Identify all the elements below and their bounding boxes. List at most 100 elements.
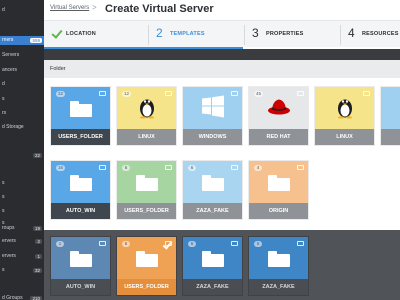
folder-icon bbox=[201, 251, 224, 267]
template-tile[interactable]: 16 AUTO_WIN bbox=[50, 160, 111, 220]
wizard-step-properties[interactable]: 3 PROPERTIES bbox=[244, 21, 340, 49]
template-tile[interactable]: LINUX bbox=[314, 86, 375, 146]
windows-icon bbox=[201, 95, 224, 123]
sidebar-item-badge: 19 bbox=[32, 226, 42, 231]
tile-count-badge: 1 bbox=[56, 241, 64, 247]
wizard-step-label: RESOURCES bbox=[362, 31, 399, 37]
folder-icon bbox=[267, 251, 290, 267]
folder-icon bbox=[201, 175, 224, 191]
template-tile[interactable]: 6 USERS_FOLDER bbox=[116, 160, 177, 220]
breadcrumb-virtual-servers[interactable]: Virtual Servers bbox=[50, 5, 89, 11]
sidebar-item[interactable]: 22 bbox=[0, 151, 44, 160]
folder-shape bbox=[201, 175, 224, 191]
small-folder-icon bbox=[231, 241, 238, 246]
sidebar-item[interactable]: d bbox=[0, 6, 44, 15]
step-divider bbox=[148, 25, 149, 45]
sidebar-item-badge: 210 bbox=[30, 296, 42, 300]
sidebar-item[interactable]: ervers 2 bbox=[0, 237, 44, 246]
wizard-step-label: TEMPLATES bbox=[170, 31, 205, 37]
sidebar-item-badge: 32 bbox=[32, 268, 42, 273]
panel-title: Folder bbox=[50, 66, 66, 72]
wizard-step-resources[interactable]: 4 RESOURCES bbox=[340, 21, 400, 49]
small-folder-icon bbox=[231, 165, 238, 170]
template-tile[interactable]: 6 ZAZA_FAKE bbox=[248, 236, 309, 296]
template-tile[interactable]: 4 ORIGIN bbox=[248, 160, 309, 220]
template-tile[interactable]: 32 USERS_FOLDER bbox=[50, 86, 111, 146]
redhat-icon bbox=[267, 98, 291, 121]
small-folder-icon bbox=[297, 91, 304, 96]
tile-label: LINUX bbox=[138, 134, 155, 140]
folder-shape bbox=[69, 251, 92, 267]
sidebar-item[interactable] bbox=[0, 165, 44, 174]
sidebar-item-badge: 22 bbox=[32, 153, 42, 158]
template-tile[interactable]: 45 RED HAT bbox=[248, 86, 309, 146]
sidebar-item-label: ervers bbox=[2, 238, 16, 244]
wizard-step-location[interactable]: LOCATION bbox=[44, 21, 148, 49]
sidebar-item[interactable]: s bbox=[0, 193, 44, 202]
wizard-steps: LOCATION 2 TEMPLATES 3 PROPERTIES 4 RESOURCES bbox=[44, 20, 400, 48]
sidebar-item[interactable]: s 32 bbox=[0, 266, 44, 275]
small-folder-icon bbox=[297, 241, 304, 246]
tile-label: AUTO_WIN bbox=[65, 208, 96, 214]
sidebar-item[interactable]: rs bbox=[0, 109, 44, 118]
sidebar-item[interactable]: roups 19 bbox=[0, 224, 44, 233]
sidebar-item-label: roups bbox=[2, 225, 15, 231]
tile-count-badge: 32 bbox=[56, 91, 66, 97]
folder-shape bbox=[201, 251, 224, 267]
sidebar-item-label: d bbox=[2, 81, 5, 87]
sidebar-item[interactable]: d Storage bbox=[0, 123, 44, 132]
checkmark-icon bbox=[51, 27, 63, 39]
step-divider bbox=[244, 25, 245, 45]
sidebar-item[interactable]: ancers bbox=[0, 66, 44, 75]
tile-count-badge: 16 bbox=[56, 165, 66, 171]
folder-icon bbox=[69, 251, 92, 267]
tux-icon bbox=[335, 95, 355, 124]
template-tile[interactable]: WINDOWS bbox=[182, 86, 243, 146]
sidebar-item[interactable]: d Groups 210 bbox=[0, 294, 44, 300]
folder-shape bbox=[267, 251, 290, 267]
template-tile[interactable]: 12 LINUX bbox=[116, 86, 177, 146]
sidebar-item[interactable]: s bbox=[0, 207, 44, 216]
tile-count-badge: 6 bbox=[188, 241, 196, 247]
template-tile[interactable]: 6 ZAZA_FAKE bbox=[182, 160, 243, 220]
folder-shape bbox=[69, 101, 92, 117]
panel-header: Folder bbox=[44, 60, 400, 78]
wizard-step-templates[interactable]: 2 TEMPLATES bbox=[148, 21, 244, 49]
tile-label: ZAZA_FAKE bbox=[262, 284, 295, 290]
tile-label: SLA bbox=[381, 134, 400, 140]
tile-label: ORIGIN bbox=[268, 208, 289, 214]
sidebar-item[interactable]: d bbox=[0, 80, 44, 89]
page-title: Create Virtual Server bbox=[105, 3, 214, 15]
sidebar-item[interactable]: ervers 1 bbox=[0, 252, 44, 261]
folder-icon bbox=[69, 175, 92, 191]
template-tile[interactable]: 6 ZAZA_FAKE bbox=[182, 236, 243, 296]
sidebar-item[interactable]: rners 559 bbox=[0, 36, 44, 45]
folder-shape bbox=[267, 175, 290, 191]
wizard-progress-fill bbox=[44, 47, 244, 49]
sidebar-item[interactable]: s bbox=[0, 95, 44, 104]
tile-label: USERS_FOLDER bbox=[124, 284, 169, 290]
sidebar: d rners 559 Servers ancers d s rs d Storage 22 s s s… bbox=[0, 0, 44, 300]
template-tile[interactable]: 6 USERS_FOLDER bbox=[116, 236, 177, 296]
sidebar-item-label: ervers bbox=[2, 253, 16, 259]
wizard-step-number: 2 bbox=[156, 26, 163, 40]
template-tile[interactable]: SLA bbox=[380, 86, 400, 146]
sidebar-item-label: s bbox=[2, 180, 5, 186]
sidebar-item-badge: 2 bbox=[35, 239, 42, 244]
sidebar-item-label: ancers bbox=[2, 67, 18, 73]
app-root: d rners 559 Servers ancers d s rs d Storage 22 s s s… bbox=[0, 0, 400, 300]
folder-icon bbox=[267, 175, 290, 191]
sidebar-item-label: rners bbox=[2, 37, 14, 43]
sidebar-item[interactable]: Servers bbox=[0, 51, 44, 60]
tile-count-badge: 12 bbox=[122, 91, 132, 97]
small-folder-icon bbox=[165, 91, 172, 96]
template-tile[interactable]: 1 AUTO_WIN bbox=[50, 236, 111, 296]
small-folder-icon bbox=[99, 241, 106, 246]
tux-icon bbox=[137, 95, 157, 124]
tile-count-badge: 6 bbox=[254, 241, 262, 247]
tile-count-badge: 45 bbox=[254, 91, 264, 97]
sidebar-item[interactable]: s bbox=[0, 179, 44, 188]
wizard-step-number: 3 bbox=[252, 26, 259, 40]
sidebar-item-badge: 1 bbox=[35, 254, 42, 259]
tile-label: ZAZA_FAKE bbox=[196, 284, 229, 290]
